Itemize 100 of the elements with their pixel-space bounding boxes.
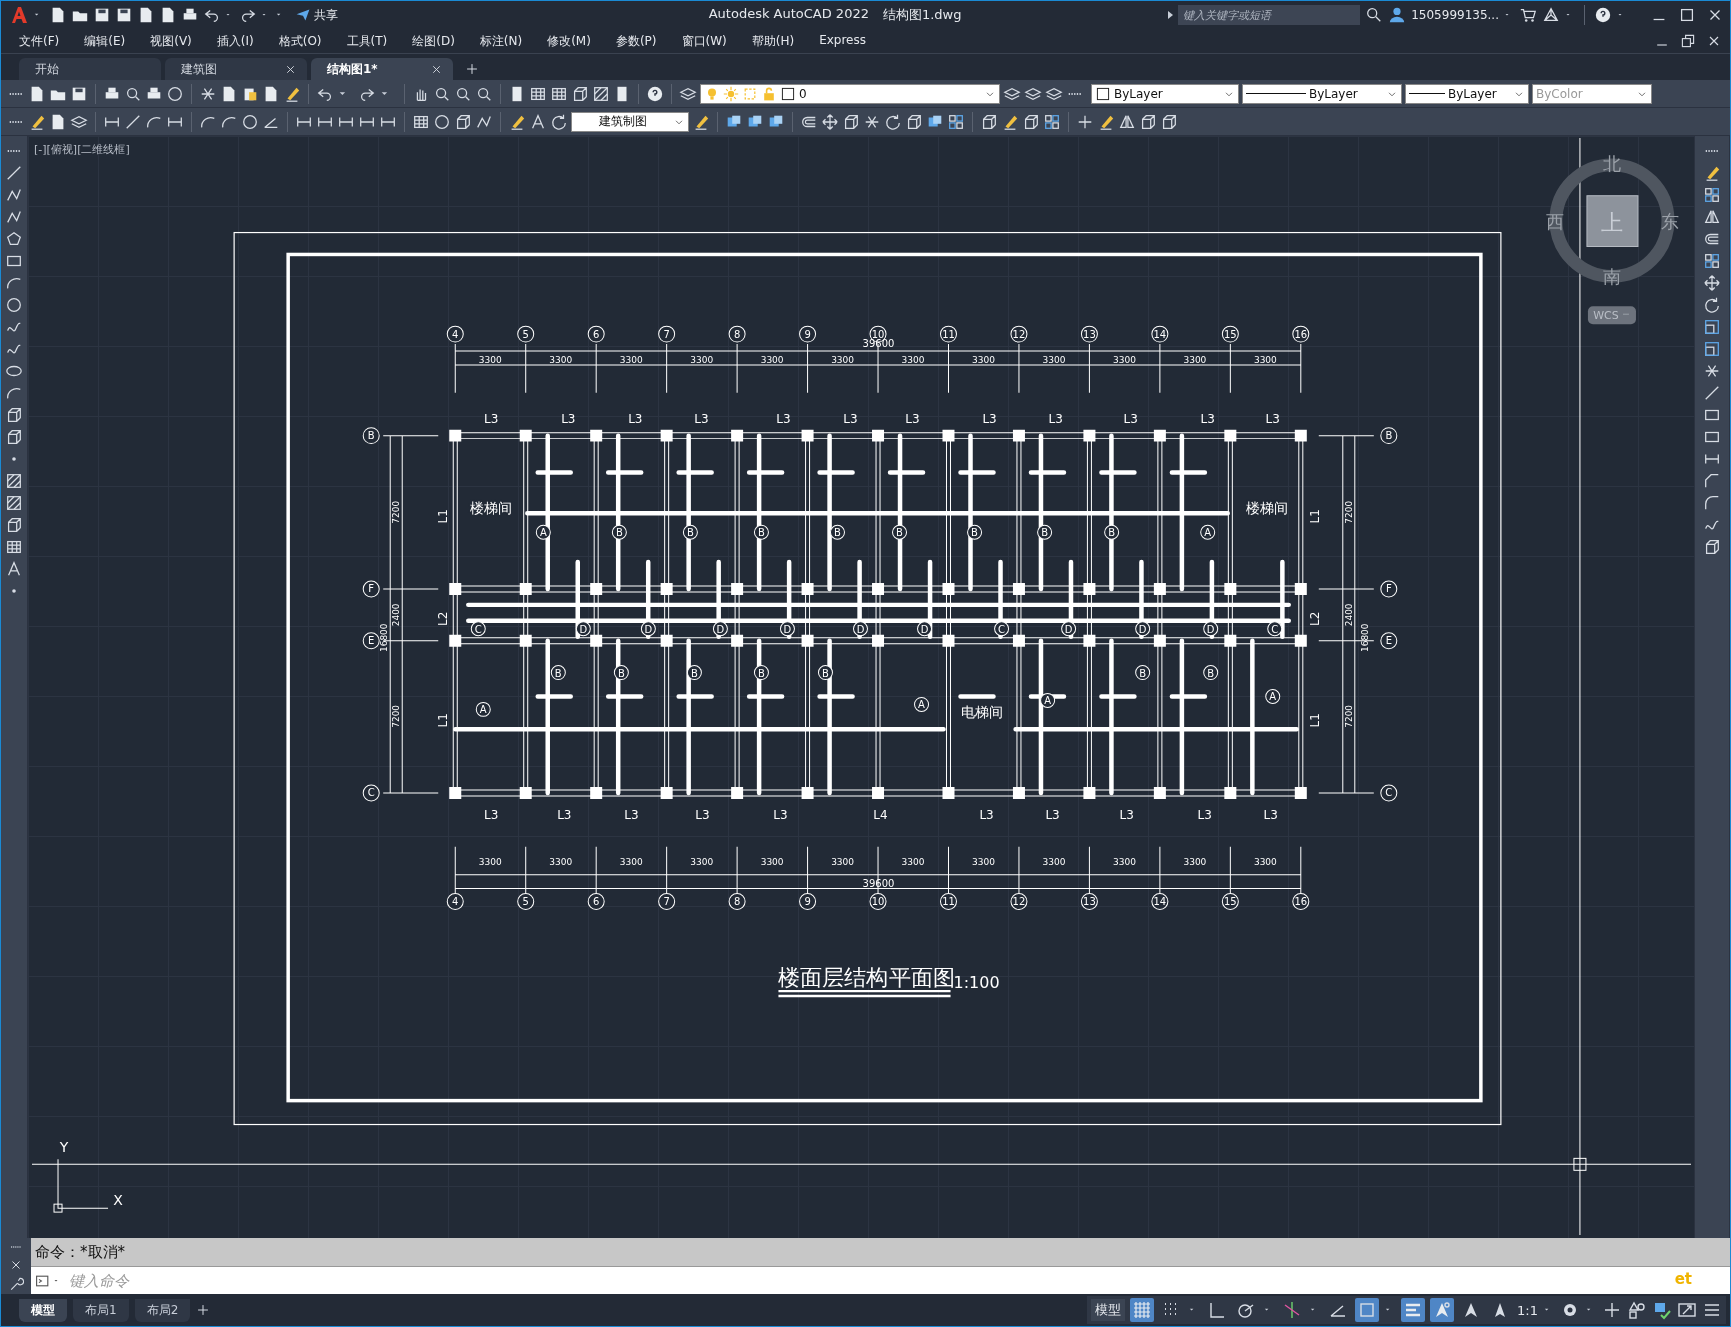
array-icon[interactable] <box>1703 186 1721 204</box>
user-icon[interactable] <box>1388 6 1407 24</box>
hatch-icon[interactable] <box>5 472 23 490</box>
wrench-icon[interactable] <box>8 1276 24 1292</box>
box-icon[interactable] <box>1139 112 1157 131</box>
scale-icon[interactable] <box>1703 318 1721 336</box>
linetype-dropdown[interactable]: ByLayer <box>1242 83 1402 104</box>
annotation-scale[interactable]: 1:1 <box>1517 1302 1538 1318</box>
axis-bubble: 13 <box>1080 325 1098 343</box>
line-icon[interactable] <box>5 164 23 182</box>
menu-item[interactable]: 工具(T) <box>346 32 388 50</box>
axis-bubble: 16 <box>1292 893 1310 910</box>
mirror-icon[interactable] <box>1703 208 1721 226</box>
cart-icon[interactable] <box>1519 6 1537 24</box>
swatch-icon[interactable] <box>780 85 796 102</box>
restore-icon[interactable] <box>1680 33 1696 49</box>
plus-icon[interactable] <box>1602 1300 1622 1320</box>
isolate-icon[interactable] <box>1627 1300 1647 1320</box>
menu-item[interactable]: 标注(N) <box>479 32 523 50</box>
model-space-button[interactable]: 模型 <box>1091 1299 1126 1321</box>
dimension-text: 3300 <box>690 355 714 365</box>
share-button[interactable]: 共享 <box>291 6 342 24</box>
rotate-icon[interactable] <box>550 112 568 131</box>
line-icon[interactable] <box>1703 384 1721 402</box>
menu-item[interactable]: 编辑(E) <box>84 32 126 50</box>
grid-toggle-icon[interactable] <box>1132 1300 1153 1320</box>
box-icon[interactable] <box>5 406 23 424</box>
polygon-icon[interactable] <box>5 230 23 248</box>
rotate-icon[interactable] <box>884 112 902 131</box>
menu-item[interactable]: 视图(V) <box>150 32 192 50</box>
move-icon[interactable] <box>1703 274 1721 292</box>
array-icon[interactable] <box>1043 112 1061 131</box>
user-name[interactable]: 1505999135... <box>1411 8 1499 22</box>
box-icon[interactable] <box>1022 112 1040 131</box>
layout-tab[interactable]: 模型 <box>19 1298 67 1322</box>
dimension-text: 3300 <box>831 856 855 867</box>
hatch-icon[interactable] <box>592 84 610 103</box>
table-icon[interactable] <box>5 538 23 556</box>
fullscreen-icon[interactable] <box>1677 1300 1697 1320</box>
file-tab[interactable]: 开始 <box>19 58 161 80</box>
maximize-icon[interactable] <box>1678 6 1696 24</box>
array-icon[interactable] <box>1703 252 1721 270</box>
menu-item[interactable]: 窗口(W) <box>681 32 727 50</box>
scale-icon[interactable] <box>1703 340 1721 358</box>
logo-icon[interactable] <box>9 5 29 25</box>
hatch-icon[interactable] <box>5 494 23 512</box>
help-icon[interactable] <box>1594 6 1612 24</box>
box-icon[interactable] <box>842 112 860 131</box>
circle-icon[interactable] <box>5 296 23 314</box>
file-tab[interactable]: 结构图1* <box>311 58 453 80</box>
rotate-icon[interactable] <box>1703 296 1721 314</box>
circle-icon[interactable] <box>433 112 451 131</box>
help-icon[interactable] <box>646 84 664 103</box>
move-icon[interactable] <box>821 112 839 131</box>
file-tab[interactable]: 建筑图 <box>165 58 307 80</box>
menu-item[interactable]: Express <box>819 32 866 50</box>
command-history: 命令：*取消* <box>31 1238 1730 1266</box>
menu-item[interactable]: 格式(O) <box>278 32 322 50</box>
fillet-icon[interactable] <box>1703 494 1721 512</box>
mirror-icon[interactable] <box>1118 112 1136 131</box>
menu-item[interactable]: 文件(F) <box>19 32 60 50</box>
dimension-style-dropdown[interactable]: 建筑制图 <box>571 111 689 132</box>
plus-icon[interactable] <box>465 62 479 76</box>
box-icon[interactable] <box>905 112 923 131</box>
menu-item[interactable]: 绘图(D) <box>412 32 455 50</box>
box-icon[interactable] <box>571 84 589 103</box>
color-dropdown[interactable]: ByLayer <box>1091 83 1239 104</box>
text-tool-icon[interactable] <box>5 560 23 578</box>
layout-tab[interactable]: 布局2 <box>134 1298 191 1322</box>
array-icon[interactable] <box>947 112 965 131</box>
box-icon[interactable] <box>5 428 23 446</box>
text-tool-icon[interactable] <box>529 112 547 131</box>
box-icon[interactable] <box>454 112 472 131</box>
trident-icon[interactable] <box>1542 6 1560 24</box>
viewport-controls[interactable]: [-][俯视][二维线框] <box>34 142 130 157</box>
layer-dropdown[interactable]: 0 <box>700 83 1000 104</box>
menu-item[interactable]: 修改(M) <box>547 32 591 50</box>
chamfer-icon[interactable] <box>1703 472 1721 490</box>
menu-item[interactable]: 帮助(H) <box>751 32 795 50</box>
layout-tab[interactable]: 布局1 <box>73 1298 129 1322</box>
circle-icon[interactable] <box>166 84 184 103</box>
expand-arrow-icon[interactable] <box>1168 11 1174 19</box>
box-icon[interactable] <box>1160 112 1178 131</box>
slab-mark: D <box>575 621 591 637</box>
plus-icon[interactable] <box>196 1303 211 1317</box>
lineweight-dropdown[interactable]: ByLayer <box>1405 83 1529 104</box>
slab-mark: B <box>613 665 629 681</box>
send-icon[interactable] <box>295 7 311 23</box>
box-icon[interactable] <box>980 112 998 131</box>
circle-icon[interactable] <box>241 112 259 131</box>
box-icon[interactable] <box>5 516 23 534</box>
dimension-text: 3300 <box>972 856 995 867</box>
menu-item[interactable]: 参数(P) <box>615 32 657 50</box>
menu-item[interactable]: 插入(I) <box>216 32 254 50</box>
dimension-text: 16800 <box>1359 623 1370 652</box>
box-icon[interactable] <box>1703 538 1721 556</box>
axis-bubble: F <box>362 580 380 598</box>
search-field[interactable]: 键入关键字或短语 <box>1178 5 1361 25</box>
dimension-text: 3300 <box>901 355 925 365</box>
swatch-icon[interactable] <box>1095 85 1111 102</box>
